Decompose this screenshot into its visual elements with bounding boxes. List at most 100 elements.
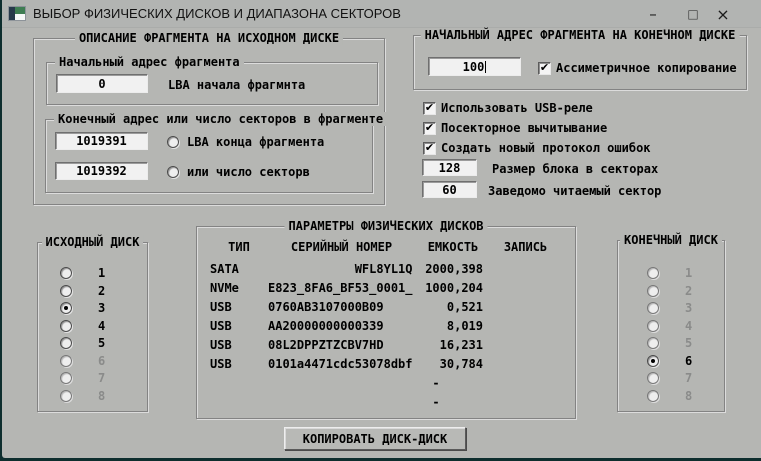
group-disk-table-title: ПАРАМЕТРЫ ФИЗИЧЕСКИХ ДИСКОВ [284, 219, 488, 233]
disk-write [483, 300, 568, 314]
disk-serial [268, 395, 415, 409]
source-disk-label-5[interactable]: 5 [98, 336, 105, 350]
dest-disk-label-4[interactable]: 4 [685, 319, 692, 333]
dest-disk-row-3: 3 [647, 301, 692, 315]
asymmetric-copy-checkbox[interactable] [538, 61, 551, 75]
maximize-button[interactable]: □ [680, 2, 706, 26]
dest-disk-label-1[interactable]: 1 [685, 266, 692, 280]
source-disk-label-2[interactable]: 2 [98, 284, 105, 298]
disk-serial: 0101a4471cdc53078dbf [268, 357, 413, 371]
sector-count-input[interactable]: 1019392 [55, 162, 148, 180]
source-disk-row-1: 1 [60, 266, 105, 280]
disk-serial: 08L2DPPZTZCBV7HD [268, 338, 384, 352]
end-lba-input[interactable]: 1019391 [55, 132, 148, 150]
usb-relay-checkbox[interactable] [423, 101, 436, 115]
row-gap [415, 338, 423, 352]
sector-count-radio-row: или число секторв [167, 165, 310, 179]
dest-disk-label-6[interactable]: 6 [685, 354, 692, 368]
sector-read-label[interactable]: Посекторное вычитывание [441, 121, 607, 135]
dest-disk-radio-6[interactable] [647, 354, 659, 367]
source-disk-radio-2[interactable] [60, 284, 72, 297]
sector-count-radio[interactable] [167, 165, 179, 178]
dest-disk-radio-5[interactable] [647, 336, 659, 349]
source-disk-radio-5[interactable] [60, 336, 72, 349]
source-disk-label-8[interactable]: 8 [98, 389, 105, 403]
source-disk-row-6: 6 [60, 354, 105, 368]
row-gap [415, 376, 423, 390]
new-log-row: Создать новый протокол ошибок [423, 141, 651, 155]
disk-serial: E823_8FA6_BF53_0001_ [268, 281, 413, 295]
disk-write [483, 262, 568, 276]
dest-disk-radio-2[interactable] [647, 284, 659, 297]
disk-write [483, 376, 568, 390]
dest-disk-radio-8[interactable] [647, 389, 659, 402]
header-type: ТИП [228, 240, 250, 254]
end-lba-radio-row: LBA конца фрагмента [167, 135, 324, 149]
dest-disk-radio-7[interactable] [647, 371, 659, 384]
disk-write [483, 281, 568, 295]
disk-write [483, 338, 568, 352]
source-disk-label-6[interactable]: 6 [98, 354, 105, 368]
end-lba-radio-label[interactable]: LBA конца фрагмента [187, 135, 324, 149]
disk-type: USB [210, 357, 232, 371]
dest-disk-label-5[interactable]: 5 [685, 336, 692, 350]
table-row: - [210, 395, 568, 409]
disk-type [210, 395, 268, 409]
new-log-label[interactable]: Создать новый протокол ошибок [441, 141, 651, 155]
table-row: NVMe E823_8FA6_BF53_0001_ 1000,204 [210, 281, 568, 295]
dest-disk-label-7[interactable]: 7 [685, 371, 692, 385]
table-row: USB 08L2DPPZTZCBV7HD 16,231 [210, 338, 568, 352]
source-disk-radio-4[interactable] [60, 319, 72, 332]
minimize-button[interactable]: – [640, 2, 666, 26]
dest-disk-radio-4[interactable] [647, 319, 659, 332]
block-size-input[interactable]: 128 [422, 159, 477, 176]
titlebar: ВЫБОР ФИЗИЧЕСКИХ ДИСКОВ И ДИАПАЗОНА СЕКТ… [2, 0, 761, 28]
dest-disk-row-1: 1 [647, 266, 692, 280]
dest-disk-radio-3[interactable] [647, 301, 659, 314]
source-disk-label-4[interactable]: 4 [98, 319, 105, 333]
source-disk-row-3: 3 [60, 301, 105, 315]
dest-disk-label-2[interactable]: 2 [685, 284, 692, 298]
disk-write [483, 319, 568, 333]
dest-disk-radio-1[interactable] [647, 266, 659, 279]
disk-type: NVMe [210, 281, 239, 295]
source-disk-row-8: 8 [60, 389, 105, 403]
disk-type: USB [210, 300, 232, 314]
row-gap [415, 262, 423, 276]
source-disk-radio-7[interactable] [60, 371, 72, 384]
close-button[interactable]: × [710, 2, 736, 26]
dest-disk-label-3[interactable]: 3 [685, 301, 692, 315]
dest-disk-label-8[interactable]: 8 [685, 389, 692, 403]
block-size-label: Размер блока в секторах [492, 162, 659, 176]
known-sector-input[interactable]: 60 [422, 181, 477, 198]
header-write: ЗАПИСЬ [503, 240, 548, 254]
copy-disk-to-disk-button[interactable]: КОПИРОВАТЬ ДИСК-ДИСК [284, 427, 466, 450]
dest-start-input[interactable]: 100 [428, 57, 521, 76]
dest-disk-row-7: 7 [647, 371, 692, 385]
start-lba-input[interactable]: 0 [56, 74, 148, 93]
source-disk-label-1[interactable]: 1 [98, 266, 105, 280]
source-disk-row-5: 5 [60, 336, 105, 350]
asymmetric-copy-label[interactable]: Ассиметричное копирование [556, 61, 737, 75]
usb-relay-label[interactable]: Использовать USB-реле [441, 101, 593, 115]
source-disk-radio-3[interactable] [60, 301, 72, 314]
disk-serial: WFL8YL1Q [268, 262, 413, 276]
source-disk-radio-8[interactable] [60, 389, 72, 402]
start-lba-label: LBA начала фрагмнта [168, 78, 306, 92]
sector-read-checkbox[interactable] [423, 121, 436, 135]
source-disk-radio-6[interactable] [60, 354, 72, 367]
new-log-checkbox[interactable] [423, 141, 436, 155]
source-disk-label-7[interactable]: 7 [98, 371, 105, 385]
group-source-fragment-title: ОПИСАНИЕ ФРАГМЕНТА НА ИСХОДНОМ ДИСКЕ [74, 31, 344, 45]
group-end-address-title: Конечный адрес или число секторов в фраг… [54, 112, 388, 126]
end-lba-radio[interactable] [167, 135, 179, 148]
table-row: SATA WFL8YL1Q 2000,398 [210, 262, 568, 276]
source-disk-radio-1[interactable] [60, 266, 72, 279]
dest-start-value: 100 [462, 59, 485, 74]
sector-count-radio-label[interactable]: или число секторв [187, 165, 310, 179]
text-caret [485, 60, 487, 73]
known-sector-label: Заведомо читаемый сектор [488, 184, 662, 198]
group-source-disk-title: ИСХОДНЫЙ ДИСК [41, 235, 144, 249]
sector-count-value: 1019392 [76, 164, 127, 178]
source-disk-label-3[interactable]: 3 [98, 301, 105, 315]
